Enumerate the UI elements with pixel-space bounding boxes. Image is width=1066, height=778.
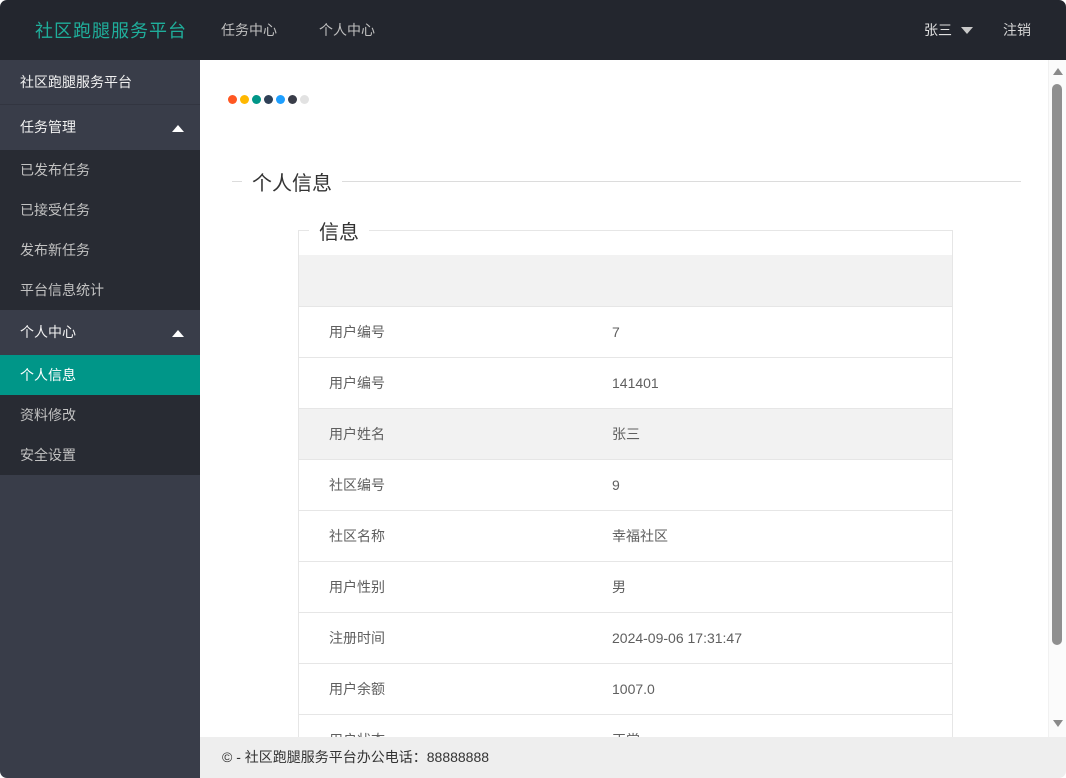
nav-item-task-center[interactable]: 任务中心 [200,0,298,60]
user-dropdown[interactable]: 张三 [924,20,973,40]
caret-down-icon [961,26,973,34]
row-label: 用户状态 [299,714,612,738]
table-row: 用户余额 1007.0 [299,663,952,714]
row-value: 141401 [612,374,659,391]
scroll-down-arrow-icon[interactable] [1053,720,1063,727]
top-nav: 任务中心 个人中心 [200,0,396,60]
page-title: 个人信息 [252,173,332,195]
collapse-arrow-icon [172,329,184,337]
scroll-up-arrow-icon[interactable] [1053,68,1063,75]
row-label: 注册时间 [329,629,385,646]
dot-blue-icon [276,95,285,104]
table-row: 社区名称 幸福社区 [299,510,952,561]
sidebar-item-published-tasks[interactable]: 已发布任务 [0,150,200,190]
row-value: 张三 [612,425,640,442]
vertical-scrollbar[interactable] [1048,60,1066,737]
nav-item-personal-center[interactable]: 个人中心 [298,0,396,60]
sidebar-group-label: 个人中心 [20,324,76,340]
header-right: 张三 注销 [924,20,1031,40]
row-label: 用户编号 [329,323,385,340]
table-header-row [299,255,952,306]
user-name: 张三 [924,22,952,38]
sidebar: 社区跑腿服务平台 任务管理 已发布任务 已接受任务 发布新任务 平台信息统计 个… [0,60,200,778]
sidebar-group-task-management[interactable]: 任务管理 [0,105,200,150]
table-row: 用户姓名 张三 [299,408,952,459]
dot-green-icon [252,95,261,104]
sidebar-group-label: 任务管理 [20,119,76,135]
info-panel-legend: 信息 [319,222,359,244]
sidebar-item-new-task[interactable]: 发布新任务 [0,230,200,270]
sidebar-item-security-settings[interactable]: 安全设置 [0,435,200,475]
dot-red-icon [228,95,237,104]
sidebar-item-profile-edit[interactable]: 资料修改 [0,395,200,435]
row-label: 用户姓名 [329,425,385,442]
row-label: 社区编号 [329,476,385,493]
sidebar-item-platform-home[interactable]: 社区跑腿服务平台 [0,60,200,105]
palette-dots [228,95,1048,104]
sidebar-item-platform-stats[interactable]: 平台信息统计 [0,270,200,310]
row-value: 9 [612,476,620,493]
row-value: 2024-09-06 17:31:47 [612,629,742,646]
info-panel: 信息 用户编号 7 用户编号 141401 用户姓名 张三 社区编号 9 社区名… [298,216,953,737]
table-row: 用户性别 男 [299,561,952,612]
dot-black-icon [288,95,297,104]
sidebar-group-personal-center[interactable]: 个人中心 [0,310,200,355]
main-content: 个人信息 信息 用户编号 7 用户编号 141401 用户姓名 张三 社区编号 … [200,60,1048,737]
table-row: 用户编号 7 [299,306,952,357]
sidebar-submenu-personal: 个人信息 资料修改 安全设置 [0,355,200,475]
table-row: 用户编号 141401 [299,357,952,408]
logout-button[interactable]: 注销 [1003,20,1031,40]
top-header: 社区跑腿服务平台 任务中心 个人中心 张三 注销 [0,0,1066,60]
row-value: 幸福社区 [612,527,668,544]
user-info-table: 用户编号 7 用户编号 141401 用户姓名 张三 社区编号 9 社区名称 幸… [299,255,952,737]
row-value: 男 [612,578,626,595]
table-row: 用户状态 正常 [299,714,952,738]
footer-text: © - 社区跑腿服务平台办公电话：88888888 [222,749,490,765]
dot-gray-icon [300,95,309,104]
sidebar-item-accepted-tasks[interactable]: 已接受任务 [0,190,200,230]
row-label: 用户余额 [329,680,385,697]
collapse-arrow-icon [172,124,184,132]
sidebar-item-personal-info[interactable]: 个人信息 [0,355,200,395]
row-label: 社区名称 [329,527,385,544]
dot-orange-icon [240,95,249,104]
row-value: 正常 [612,714,952,738]
footer: © - 社区跑腿服务平台办公电话：88888888 [200,737,1066,778]
dot-cyan-icon [264,95,273,104]
row-value: 7 [612,323,620,340]
row-label: 用户性别 [329,578,385,595]
section-title-field: 个人信息 [232,167,1021,196]
sidebar-submenu-task: 已发布任务 已接受任务 发布新任务 平台信息统计 [0,150,200,310]
row-value: 1007.0 [612,680,655,697]
table-row: 社区编号 9 [299,459,952,510]
row-label: 用户编号 [329,374,385,391]
app-window: 社区跑腿服务平台 任务中心 个人中心 张三 注销 社区跑腿服务平台 任务管理 已… [0,0,1066,778]
scrollbar-thumb[interactable] [1052,84,1062,645]
table-row: 注册时间 2024-09-06 17:31:47 [299,612,952,663]
app-logo[interactable]: 社区跑腿服务平台 [0,17,200,43]
